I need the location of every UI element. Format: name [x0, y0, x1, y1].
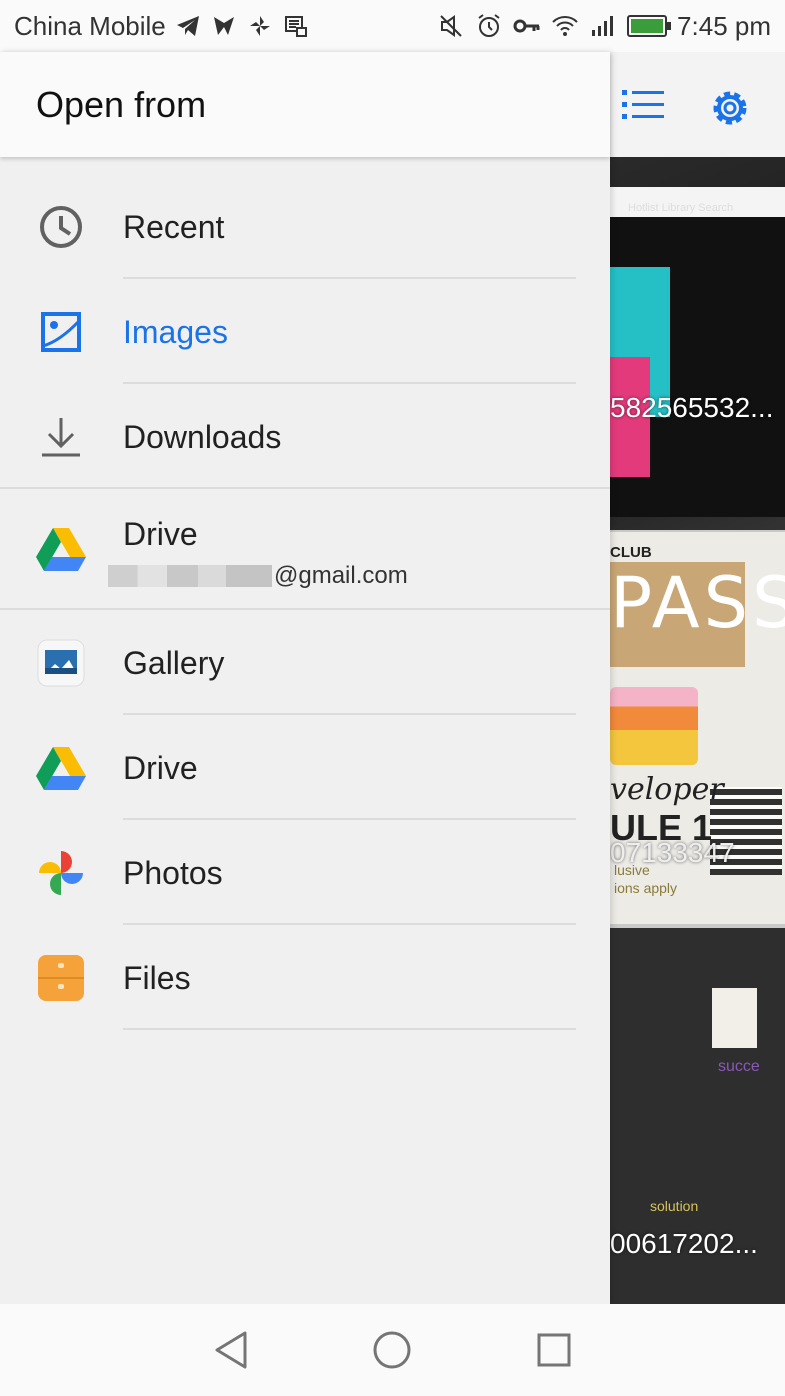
drawer-item-label: Files [123, 959, 191, 996]
google-photos-icon [36, 848, 86, 898]
image-tile[interactable]: succe solution 00617202... [610, 928, 785, 1304]
tile-caption: 00617202... [610, 1228, 758, 1259]
drawer-header: Open from [0, 52, 610, 157]
drawer-item-files[interactable]: Files [0, 926, 610, 1030]
drawer-title: Open from [36, 83, 207, 125]
tile-text: succe [718, 1058, 760, 1075]
battery-icon [627, 15, 672, 37]
tile-text: lusive [614, 862, 650, 878]
background-toolbar [610, 52, 785, 157]
divider [123, 713, 576, 715]
drawer-item-drive[interactable]: Drive [0, 716, 610, 820]
tile-toolbar-text: Hotlist Library Search [628, 202, 734, 214]
redacted-email [108, 565, 272, 587]
background-app: Hotlist Library Search 582565532... CLUB… [610, 52, 785, 1304]
account-email: @gmail.com [108, 562, 408, 590]
drawer-item-label: Drive [123, 516, 198, 552]
signal-icon [589, 12, 617, 40]
list-view-icon[interactable] [622, 86, 664, 127]
image-icon [36, 307, 86, 357]
files-icon [36, 953, 86, 1003]
email-domain: @gmail.com [274, 562, 408, 589]
wifi-icon [551, 12, 579, 40]
recents-icon[interactable] [529, 1325, 579, 1375]
tile-text: PASS [610, 562, 785, 644]
divider [123, 923, 576, 925]
message-icon [282, 12, 310, 40]
drawer-item-label: Downloads [123, 418, 282, 455]
google-drive-icon [36, 524, 86, 574]
divider [0, 487, 610, 489]
download-icon [36, 412, 86, 462]
telegram-icon [174, 12, 202, 40]
tile-text: veloper [610, 772, 724, 807]
status-bar: China Mobile 7:45 pm [0, 0, 785, 52]
tile-caption: 582565532... [610, 392, 774, 423]
gallery-icon [36, 638, 86, 688]
drawer-item-label: Drive [123, 749, 198, 786]
tile-text: CLUB [610, 544, 652, 561]
clock-icon [36, 202, 86, 252]
home-icon[interactable] [367, 1325, 417, 1375]
clock-time: 7:45 pm [677, 10, 771, 41]
google-drive-icon [36, 743, 86, 793]
image-tile[interactable]: CLUB PASS veloper ULE 1 07133347 lusive … [610, 532, 785, 924]
back-icon[interactable] [206, 1325, 256, 1375]
drawer-item-gallery[interactable]: Gallery [0, 611, 610, 715]
drawer-item-label: Gallery [123, 644, 225, 681]
drawer-item-drive-account[interactable]: Drive @gmail.com [0, 490, 610, 608]
pinwheel-icon [246, 12, 274, 40]
divider [0, 608, 610, 610]
drawer-item-label: Photos [123, 854, 223, 891]
divider [123, 277, 576, 279]
keyboard-graphic [610, 687, 698, 765]
notification-app-icon [210, 12, 238, 40]
image-tile[interactable]: Hotlist Library Search 582565532... [610, 157, 785, 530]
mute-icon [437, 12, 465, 40]
alarm-icon [475, 12, 503, 40]
tile-text: ions apply [614, 880, 678, 896]
tile-text: solution [650, 1198, 699, 1214]
divider [123, 818, 576, 820]
card-graphic [712, 988, 757, 1048]
drawer-item-downloads[interactable]: Downloads [0, 385, 610, 489]
vpn-key-icon [513, 12, 541, 40]
carrier-name: China Mobile [14, 10, 166, 41]
divider [123, 1028, 576, 1030]
drawer-item-label: Recent [123, 208, 225, 245]
settings-icon[interactable] [708, 86, 752, 135]
drawer-item-photos[interactable]: Photos [0, 821, 610, 925]
drawer-item-images[interactable]: Images [0, 280, 610, 384]
drawer-item-recent[interactable]: Recent [0, 175, 610, 279]
open-from-drawer: Open from Recent Images Downloads Drive … [0, 52, 610, 1304]
divider [123, 382, 576, 384]
drawer-item-label: Images [123, 313, 228, 350]
navigation-bar [0, 1304, 785, 1396]
